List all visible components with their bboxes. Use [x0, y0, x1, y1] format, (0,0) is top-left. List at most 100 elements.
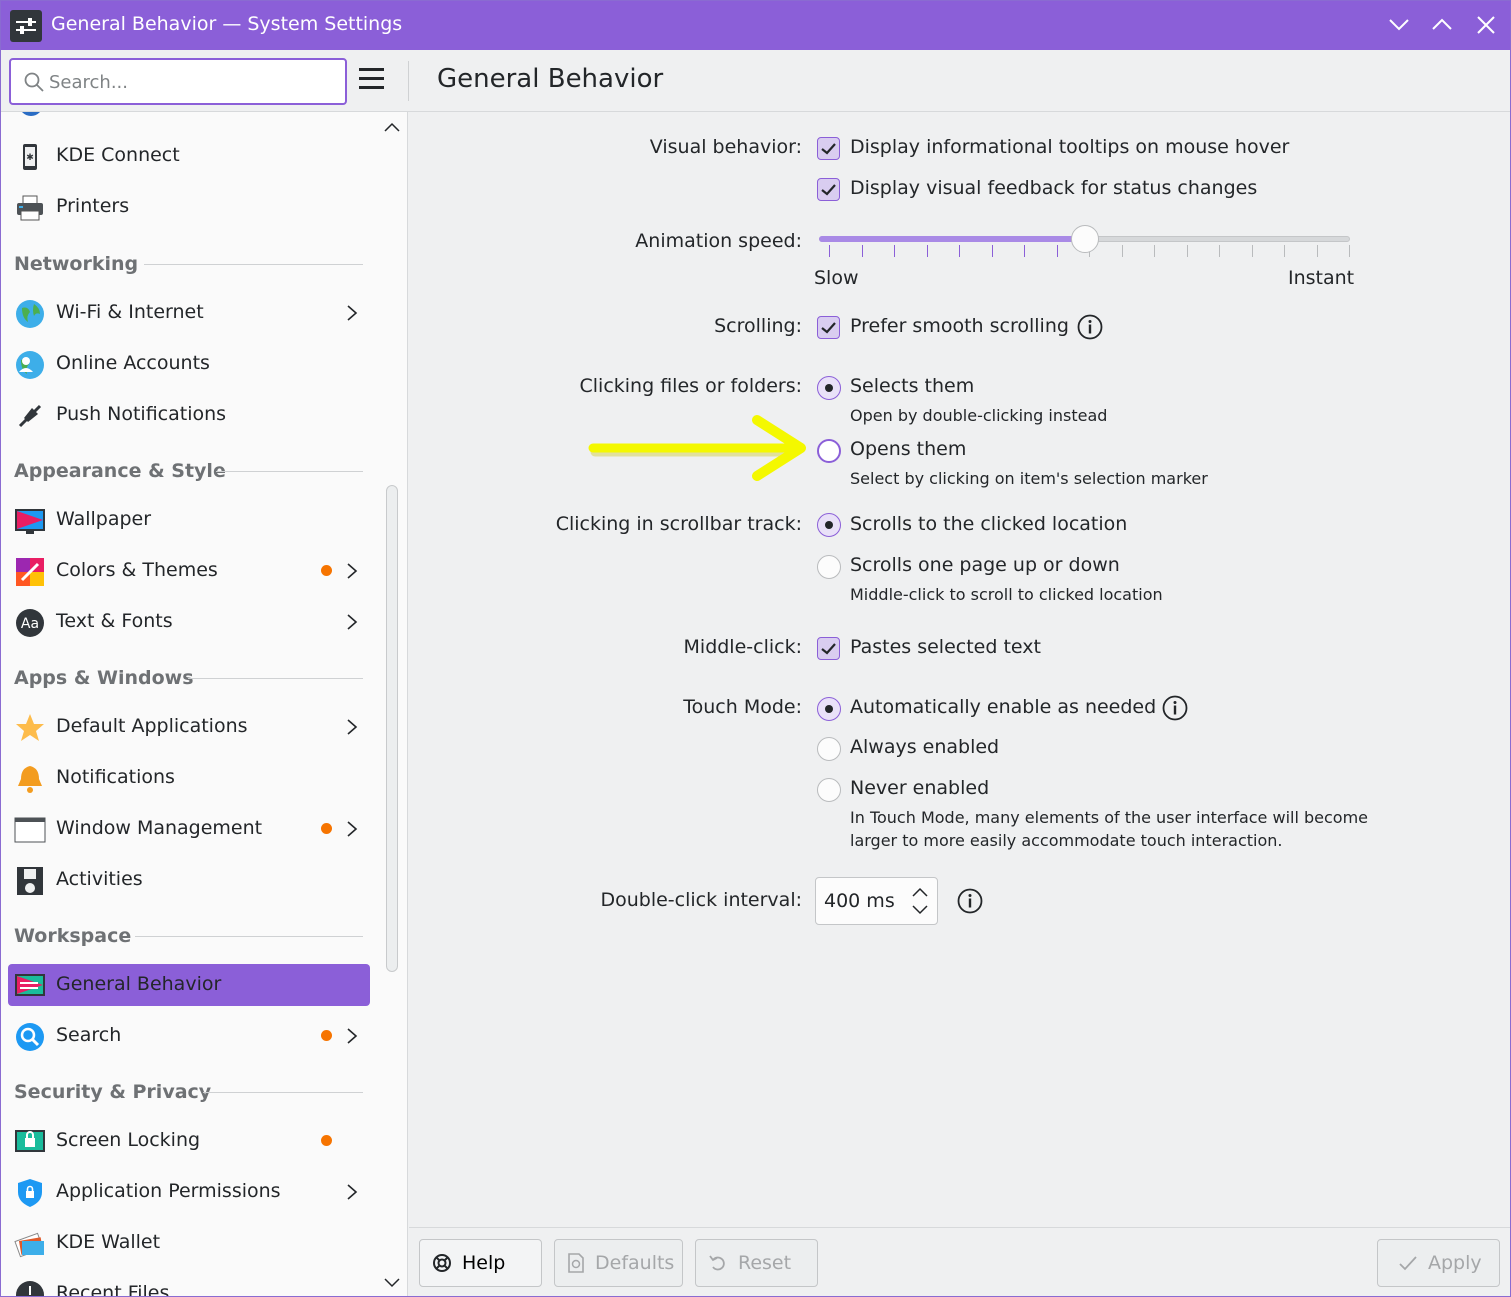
sidebar: ✱ KDE Connect Printers Networking Wi-Fi …	[1, 112, 377, 1296]
sidebar-item-label: Colors & Themes	[56, 559, 218, 581]
sidebar-item-label: Screen Locking	[56, 1129, 201, 1151]
shield-icon	[18, 1179, 42, 1207]
apply-button[interactable]: Apply	[1377, 1239, 1500, 1287]
touch-note-line1: In Touch Mode, many elements of the user…	[850, 808, 1369, 827]
yellow-arrow-annotation	[588, 415, 806, 481]
hamburger-menu-button[interactable]	[359, 68, 391, 94]
reset-button[interactable]: Reset	[695, 1239, 818, 1287]
category-divider	[216, 471, 363, 472]
slider-tick	[1316, 245, 1318, 257]
sidebar-item-colors-themes[interactable]: Colors & Themes	[8, 550, 370, 592]
sidebar-item-wifi-internet[interactable]: Wi-Fi & Internet	[8, 292, 370, 334]
colors-icon	[16, 558, 44, 586]
search-field[interactable]	[9, 58, 347, 105]
scrollbar-thumb[interactable]	[386, 485, 398, 972]
touch-never-radio[interactable]	[817, 778, 841, 802]
sidebar-item-application-permissions[interactable]: Application Permissions	[8, 1171, 370, 1213]
smooth-scrolling-checkbox[interactable]	[817, 316, 840, 339]
sidebar-item-general-behavior[interactable]: General Behavior	[8, 964, 370, 1006]
sidebar-item-recent-files[interactable]: Recent Files	[8, 1273, 370, 1296]
star-icon	[16, 714, 44, 741]
search-input[interactable]	[49, 68, 329, 96]
close-button[interactable]	[1470, 9, 1502, 41]
clicking-files-label: Clicking files or folders:	[579, 375, 803, 397]
chevron-right-icon	[347, 305, 358, 321]
defaults-button[interactable]: Defaults	[554, 1239, 683, 1287]
sidebar-item-label: KDE Connect	[56, 144, 180, 166]
sidebar-item-kde-connect[interactable]: ✱ KDE Connect	[8, 135, 370, 177]
touch-always-radio[interactable]	[817, 737, 841, 761]
touch-auto-option[interactable]: Automatically enable as needed	[850, 696, 1156, 718]
double-click-spinbox[interactable]: 400 ms	[815, 877, 938, 925]
category-label: Apps & Windows	[14, 667, 194, 689]
wallet-icon	[14, 1232, 44, 1258]
checkmark-icon	[821, 184, 836, 196]
help-button[interactable]: Help	[419, 1239, 542, 1287]
selects-them-radio[interactable]	[817, 376, 841, 400]
scroll-page-option[interactable]: Scrolls one page up or down	[850, 554, 1120, 576]
sidebar-item-activities[interactable]: Activities	[8, 859, 370, 901]
tooltips-checkbox[interactable]	[817, 137, 840, 160]
visual-feedback-option[interactable]: Display visual feedback for status chang…	[850, 177, 1257, 199]
system-settings-icon[interactable]	[10, 10, 42, 42]
sidebar-item-text-fonts[interactable]: Aa Text & Fonts	[8, 601, 370, 643]
category-workspace: Workspace	[14, 925, 131, 947]
paste-selected-option[interactable]: Pastes selected text	[850, 636, 1041, 658]
scroll-to-location-radio[interactable]	[817, 513, 841, 537]
selects-them-option[interactable]: Selects them	[850, 375, 974, 397]
sidebar-item-label: Application Permissions	[56, 1180, 281, 1202]
chevron-right-icon	[347, 614, 358, 630]
sidebar-item-label: Search	[56, 1024, 122, 1046]
sidebar-item-window-management[interactable]: Window Management	[8, 808, 370, 850]
scrolling-label: Scrolling:	[714, 315, 802, 337]
double-click-value[interactable]: 400 ms	[824, 890, 895, 912]
sidebar-item-search[interactable]: Search	[8, 1015, 370, 1057]
scroll-page-hint: Middle-click to scroll to clicked locati…	[850, 585, 1163, 604]
sidebar-item-printers[interactable]: Printers	[8, 186, 370, 228]
chevron-right-icon	[347, 1028, 358, 1044]
tooltips-option[interactable]: Display informational tooltips on mouse …	[850, 136, 1289, 158]
slider-tick	[1121, 245, 1123, 257]
info-icon[interactable]	[957, 888, 983, 914]
scroll-down-icon[interactable]	[384, 1274, 400, 1290]
touch-always-option[interactable]: Always enabled	[850, 736, 999, 758]
slider-tick	[1251, 245, 1253, 257]
sidebar-item-kde-wallet[interactable]: KDE Wallet	[8, 1222, 370, 1264]
maximize-button[interactable]	[1426, 9, 1458, 41]
close-icon	[1477, 16, 1495, 34]
opens-them-option[interactable]: Opens them	[850, 438, 966, 460]
scroll-to-location-option[interactable]: Scrolls to the clicked location	[850, 513, 1127, 535]
screen-lock-icon	[15, 1130, 45, 1152]
touch-auto-radio[interactable]	[817, 697, 841, 721]
category-divider	[203, 1092, 363, 1093]
sidebar-item-push-notifications[interactable]: Push Notifications	[8, 394, 370, 436]
sidebar-item-online-accounts[interactable]: Online Accounts	[8, 343, 370, 385]
svg-text:✱: ✱	[26, 153, 34, 163]
sidebar-item-notifications[interactable]: Notifications	[8, 757, 370, 799]
sidebar-item-default-applications[interactable]: Default Applications	[8, 706, 370, 748]
minimize-button[interactable]	[1383, 9, 1415, 41]
smooth-scrolling-option[interactable]: Prefer smooth scrolling	[850, 315, 1069, 337]
sidebar-scrollbar[interactable]	[377, 112, 408, 1296]
scroll-up-icon[interactable]	[384, 120, 400, 136]
slider-tick	[991, 245, 993, 257]
fonts-icon: Aa	[16, 609, 44, 637]
kde-connect-icon: ✱	[23, 144, 37, 170]
info-icon[interactable]	[1162, 695, 1188, 721]
info-icon[interactable]	[1077, 314, 1103, 340]
sidebar-item-wallpaper[interactable]: Wallpaper	[8, 499, 370, 541]
checkmark-icon	[821, 643, 836, 655]
opens-them-radio[interactable]	[817, 439, 841, 463]
spin-arrows-icon[interactable]	[910, 886, 930, 916]
slider-handle[interactable]	[1070, 225, 1099, 253]
sidebar-item-label: Window Management	[56, 817, 263, 839]
checkmark-icon	[821, 322, 836, 334]
opens-them-hint: Select by clicking on item's selection m…	[850, 469, 1208, 488]
paste-selected-checkbox[interactable]	[817, 637, 840, 660]
scroll-page-radio[interactable]	[817, 555, 841, 579]
sidebar-item-screen-locking[interactable]: Screen Locking	[8, 1120, 370, 1162]
touch-never-option[interactable]: Never enabled	[850, 777, 989, 799]
visual-feedback-checkbox[interactable]	[817, 178, 840, 201]
slider-tick	[959, 245, 960, 257]
sidebar-item-label: General Behavior	[56, 973, 222, 995]
